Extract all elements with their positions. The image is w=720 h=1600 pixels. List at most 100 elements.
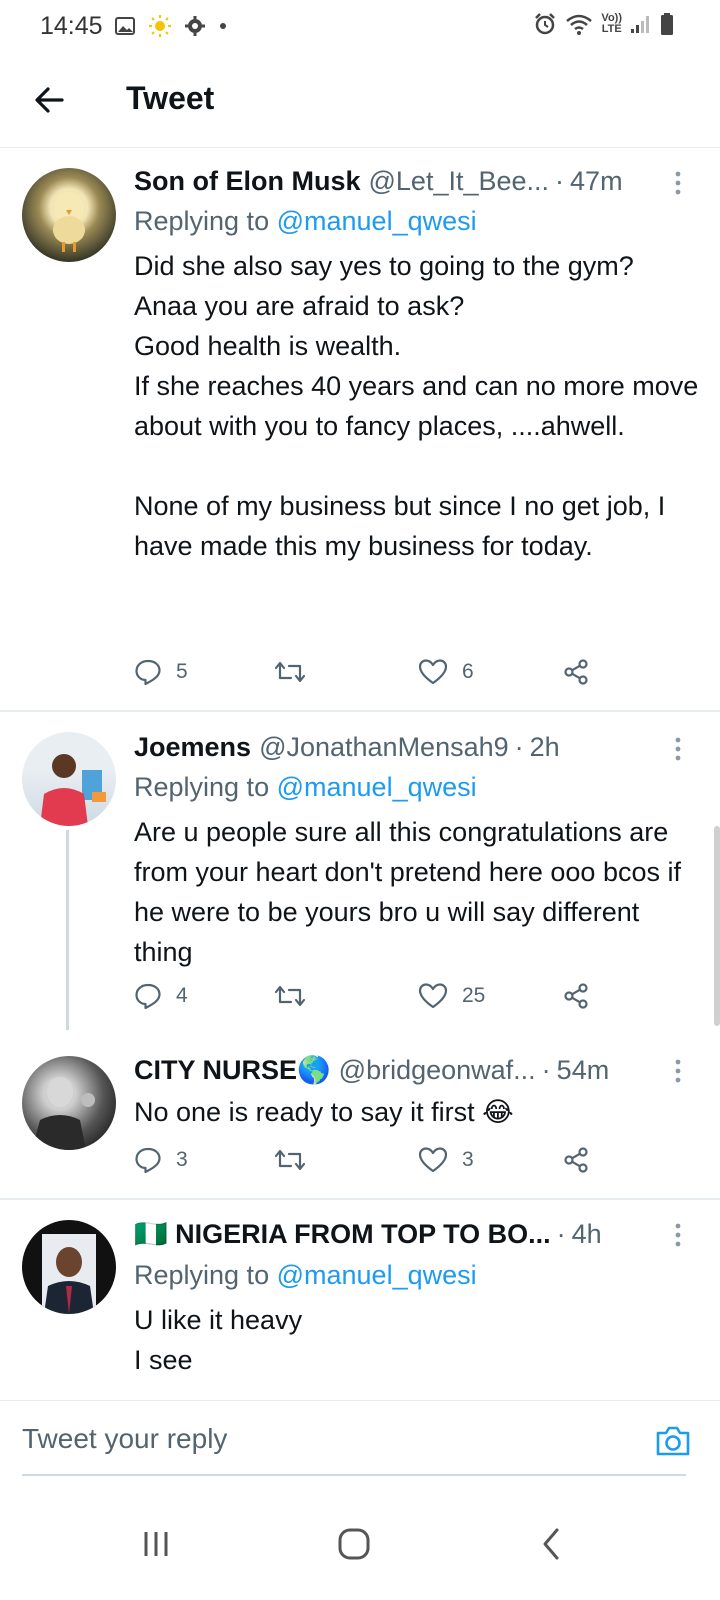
more-options-icon[interactable]	[666, 1220, 690, 1250]
sun-icon	[149, 15, 171, 37]
share-icon	[564, 1147, 588, 1173]
replying-to-label: Replying to	[134, 772, 270, 802]
avatar[interactable]	[22, 1056, 116, 1150]
heart-icon	[418, 983, 448, 1009]
tweet-actions: 5 6	[134, 658, 614, 698]
dot-icon	[220, 23, 226, 29]
like-button[interactable]: 6	[418, 658, 474, 686]
display-name[interactable]: 🇳🇬 NIGERIA FROM TOP TO BO...	[134, 1218, 551, 1250]
page-title: Tweet	[126, 80, 215, 116]
top-app-bar: Tweet	[0, 52, 720, 148]
tweet-item[interactable]: CITY NURSE🌎 @bridgeonwaf... · 54m No one…	[0, 1036, 720, 1198]
reply-composer: Tweet your reply	[0, 1400, 720, 1480]
system-nav-bar	[0, 1488, 720, 1600]
reply-button[interactable]: 5	[134, 658, 188, 686]
home-icon[interactable]	[334, 1524, 374, 1564]
tweet-header: Son of Elon Musk @Let_It_Bee... · 47m	[134, 166, 664, 197]
tweet-header: 🇳🇬 NIGERIA FROM TOP TO BO... · 4h	[134, 1218, 664, 1250]
tweet-actions: 4 25	[134, 982, 614, 1022]
tweet-header: CITY NURSE🌎 @bridgeonwaf... · 54m	[134, 1054, 664, 1086]
retweet-icon	[274, 1149, 306, 1171]
more-options-icon[interactable]	[666, 168, 690, 198]
gear-icon	[185, 16, 205, 36]
thread-connector	[66, 830, 69, 1030]
display-name[interactable]: CITY NURSE🌎	[134, 1054, 331, 1086]
status-time: 14:45	[40, 12, 103, 40]
more-options-icon[interactable]	[666, 734, 690, 764]
chick-avatar-image	[53, 192, 85, 252]
like-count: 3	[462, 1148, 474, 1171]
timestamp[interactable]: 54m	[557, 1055, 610, 1086]
replies-feed[interactable]: Son of Elon Musk @Let_It_Bee... · 47m Re…	[0, 148, 720, 1428]
share-button[interactable]	[562, 658, 590, 686]
reply-icon	[135, 983, 161, 1010]
status-bar: 14:45 Vo)) LTE	[0, 0, 720, 52]
person-avatar-image	[40, 754, 106, 826]
replying-to: Replying to @manuel_qwesi	[134, 206, 477, 237]
avatar[interactable]	[22, 168, 116, 262]
reply-icon	[135, 659, 161, 686]
replying-to-label: Replying to	[134, 1260, 270, 1290]
separator-dot: ·	[514, 732, 524, 762]
camera-icon[interactable]	[654, 1423, 692, 1459]
timestamp[interactable]: 47m	[570, 166, 623, 197]
person-avatar-image	[32, 1077, 95, 1150]
reply-button[interactable]: 3	[134, 1146, 188, 1174]
heart-icon	[418, 1147, 448, 1173]
person-avatar-image	[42, 1234, 96, 1314]
separator-dot: ·	[556, 1219, 566, 1249]
reply-count: 5	[176, 660, 188, 683]
mention-link[interactable]: @manuel_qwesi	[277, 206, 477, 236]
signal-icon	[631, 16, 649, 33]
recent-apps-icon[interactable]	[136, 1524, 176, 1564]
like-button[interactable]: 3	[418, 1146, 474, 1174]
replying-to: Replying to @manuel_qwesi	[134, 1260, 477, 1291]
tweet-text: U like it heavy I see	[134, 1305, 303, 1375]
mention-link[interactable]: @manuel_qwesi	[277, 772, 477, 802]
like-button[interactable]: 25	[418, 982, 485, 1010]
mention-link[interactable]: @manuel_qwesi	[277, 1260, 477, 1290]
reply-button[interactable]: 4	[134, 982, 188, 1010]
username[interactable]: @bridgeonwaf...	[339, 1055, 536, 1086]
status-right-icons: Vo)) LTE	[533, 12, 674, 36]
replying-to-label: Replying to	[134, 206, 270, 236]
tweet-item[interactable]: Son of Elon Musk @Let_It_Bee... · 47m Re…	[0, 148, 720, 710]
battery-icon	[661, 13, 673, 35]
tweet-item[interactable]: 🇳🇬 NIGERIA FROM TOP TO BO... · 4h Replyi…	[0, 1200, 720, 1428]
tweet-text: No one is ready to say it first 😂	[134, 1097, 514, 1127]
scrollbar[interactable]	[714, 826, 720, 1026]
display-name[interactable]: Son of Elon Musk	[134, 166, 361, 197]
share-button[interactable]	[562, 1146, 590, 1174]
tweet-actions: 3 3	[134, 1146, 614, 1186]
share-icon	[564, 983, 588, 1009]
display-name[interactable]: Joemens	[134, 732, 251, 763]
username[interactable]: @Let_It_Bee...	[369, 166, 550, 197]
timestamp[interactable]: 2h	[530, 732, 560, 763]
back-nav-icon[interactable]	[532, 1524, 572, 1564]
retweet-button[interactable]	[274, 1146, 320, 1174]
share-button[interactable]	[562, 982, 590, 1010]
reply-input[interactable]: Tweet your reply	[22, 1423, 227, 1455]
timestamp[interactable]: 4h	[572, 1219, 602, 1250]
back-arrow-icon[interactable]	[30, 80, 70, 120]
reply-icon	[135, 1147, 161, 1174]
status-left-icons	[114, 14, 228, 38]
tweet-item[interactable]: Joemens @JonathanMensah9 · 2h Replying t…	[0, 712, 720, 1036]
alarm-icon	[535, 13, 556, 35]
retweet-icon	[274, 661, 306, 683]
tweet-text: Are u people sure all this congratulatio…	[134, 817, 681, 967]
replying-to: Replying to @manuel_qwesi	[134, 772, 477, 803]
composer-underline	[22, 1474, 686, 1476]
like-count: 6	[462, 660, 474, 683]
share-icon	[564, 659, 588, 685]
retweet-button[interactable]	[274, 658, 320, 686]
avatar[interactable]	[22, 732, 116, 826]
tweet-header: Joemens @JonathanMensah9 · 2h	[134, 732, 664, 763]
retweet-button[interactable]	[274, 982, 320, 1010]
reply-count: 3	[176, 1148, 188, 1171]
separator-dot: ·	[555, 166, 565, 196]
username[interactable]: @JonathanMensah9	[259, 732, 509, 763]
more-options-icon[interactable]	[666, 1056, 690, 1086]
wifi-icon	[566, 14, 593, 35]
avatar[interactable]	[22, 1220, 116, 1314]
